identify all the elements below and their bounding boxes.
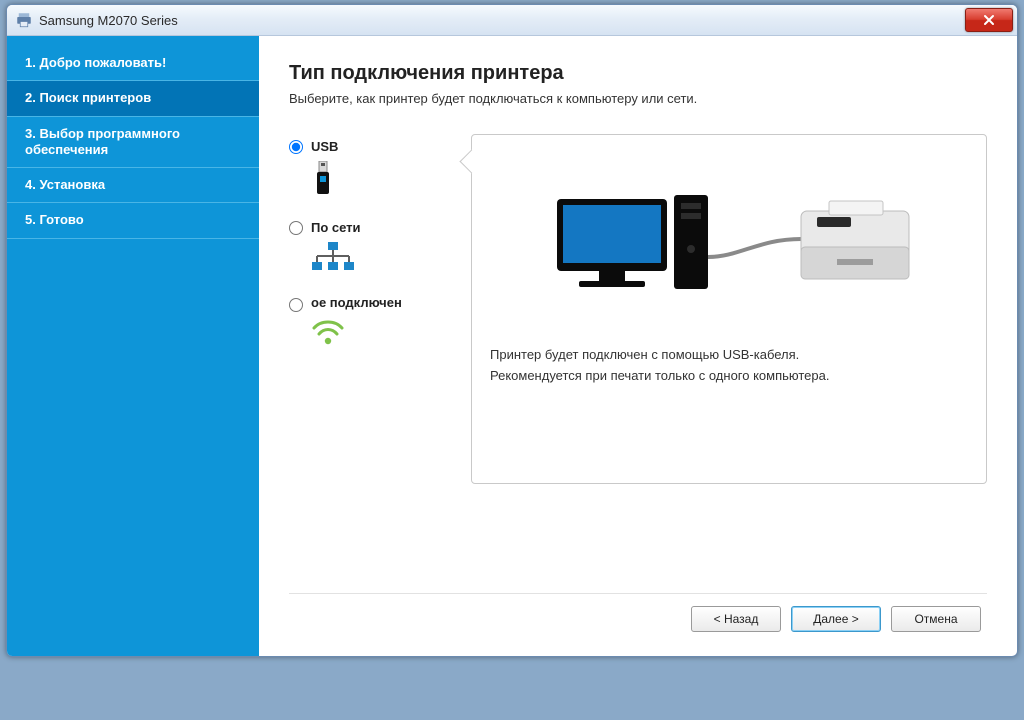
option-network[interactable]: По сети	[289, 221, 449, 272]
network-icon	[311, 242, 355, 272]
wifi-icon	[311, 318, 345, 346]
page-title: Тип подключения принтера	[289, 62, 987, 85]
next-button[interactable]: Далее >	[791, 606, 881, 632]
option-wireless[interactable]: ое подключен	[289, 296, 449, 346]
option-usb[interactable]: USB	[289, 140, 449, 197]
content-row: USB	[289, 134, 987, 484]
usb-diagram-icon	[539, 187, 919, 317]
sidebar-step-search[interactable]: 2. Поиск принтеров	[7, 81, 259, 116]
connection-illustration	[490, 167, 968, 317]
close-button[interactable]	[965, 8, 1013, 32]
cancel-button[interactable]: Отмена	[891, 606, 981, 632]
printer-icon	[15, 11, 33, 29]
usb-icon	[311, 161, 335, 197]
sidebar-step-done[interactable]: 5. Готово	[7, 203, 259, 238]
window-body: 1. Добро пожаловать! 2. Поиск принтеров …	[7, 36, 1017, 656]
info-panel: Принтер будет подключен с помощью USB-ка…	[471, 134, 987, 484]
sidebar-step-welcome[interactable]: 1. Добро пожаловать!	[7, 46, 259, 81]
info-line: Принтер будет подключен с помощью USB-ка…	[490, 347, 968, 362]
window-title: Samsung M2070 Series	[39, 13, 965, 28]
page-subtitle: Выберите, как принтер будет подключаться…	[289, 91, 987, 106]
back-button[interactable]: < Назад	[691, 606, 781, 632]
radio-usb[interactable]	[289, 140, 303, 154]
connection-options: USB	[289, 134, 449, 346]
titlebar[interactable]: Samsung M2070 Series	[7, 5, 1017, 36]
main-panel: Тип подключения принтера Выберите, как п…	[259, 36, 1017, 656]
sidebar-item-label: 3. Выбор программного обеспечения	[25, 126, 180, 157]
sidebar-item-label: 5. Готово	[25, 212, 84, 227]
info-line: Рекомендуется при печати только с одного…	[490, 368, 968, 383]
sidebar-item-label: 2. Поиск принтеров	[25, 90, 151, 105]
sidebar-step-software[interactable]: 3. Выбор программного обеспечения	[7, 117, 259, 169]
sidebar-step-install[interactable]: 4. Установка	[7, 168, 259, 203]
radio-wireless[interactable]	[289, 298, 303, 312]
wizard-footer: < Назад Далее > Отмена	[289, 593, 987, 642]
option-label: По сети	[311, 221, 361, 236]
wizard-sidebar: 1. Добро пожаловать! 2. Поиск принтеров …	[7, 36, 259, 656]
info-description: Принтер будет подключен с помощью USB-ка…	[490, 347, 968, 383]
installer-window: Samsung M2070 Series 1. Добро пожаловать…	[6, 4, 1018, 657]
option-label: USB	[311, 140, 338, 155]
option-label: ое подключен	[311, 296, 402, 311]
sidebar-item-label: 1. Добро пожаловать!	[25, 55, 166, 70]
sidebar-item-label: 4. Установка	[25, 177, 105, 192]
radio-network[interactable]	[289, 221, 303, 235]
